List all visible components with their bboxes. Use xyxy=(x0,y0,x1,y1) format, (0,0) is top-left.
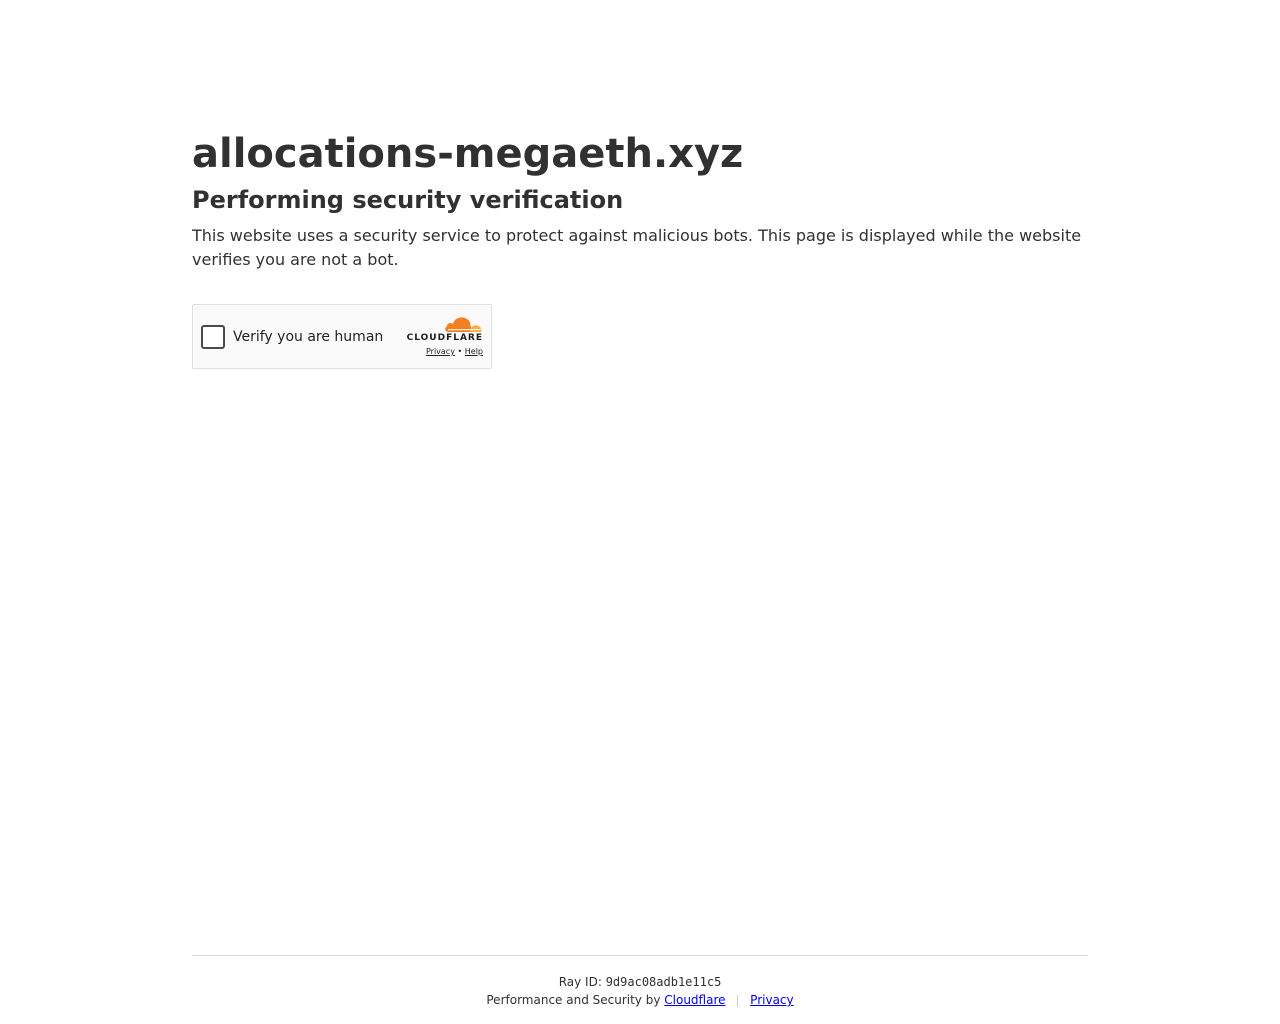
footer-privacy-link[interactable]: Privacy xyxy=(750,993,793,1007)
widget-privacy-link[interactable]: Privacy xyxy=(426,347,455,356)
site-title: allocations-megaeth.xyz xyxy=(192,131,744,177)
widget-links: Privacy • Help xyxy=(403,347,483,357)
footer: Ray ID: 9d9ac08adb1e11c5 Performance and… xyxy=(192,955,1088,1008)
performance-line: Performance and Security by Cloudflare P… xyxy=(192,992,1088,1008)
cloudflare-wordmark: CLOUDFLARE xyxy=(406,333,483,343)
cloudflare-link[interactable]: Cloudflare xyxy=(664,993,725,1007)
ray-id-value: 9d9ac08adb1e11c5 xyxy=(605,975,722,989)
ray-id-line: Ray ID: 9d9ac08adb1e11c5 xyxy=(192,974,1088,990)
link-separator: • xyxy=(457,347,463,356)
footer-divider xyxy=(737,994,739,1007)
cloudflare-cloud-icon xyxy=(445,317,482,332)
main-content: allocations-megaeth.xyz Performing secur… xyxy=(192,128,1088,272)
performance-text: Performance and Security by xyxy=(486,993,661,1007)
verification-widget: Verify you are human CLOUDFLARE Privacy … xyxy=(192,304,492,369)
verify-label: Verify you are human xyxy=(233,329,384,345)
page: allocations-megaeth.xyz Performing secur… xyxy=(0,0,1280,1024)
verify-checkbox[interactable] xyxy=(201,325,225,349)
description-text: This website uses a security service to … xyxy=(192,226,1082,269)
cloudflare-brand: CLOUDFLARE Privacy • Help xyxy=(403,315,483,357)
widget-help-link[interactable]: Help xyxy=(465,347,483,356)
ray-id-label: Ray ID: xyxy=(558,975,602,989)
page-subtitle: Performing security verification xyxy=(192,186,624,214)
